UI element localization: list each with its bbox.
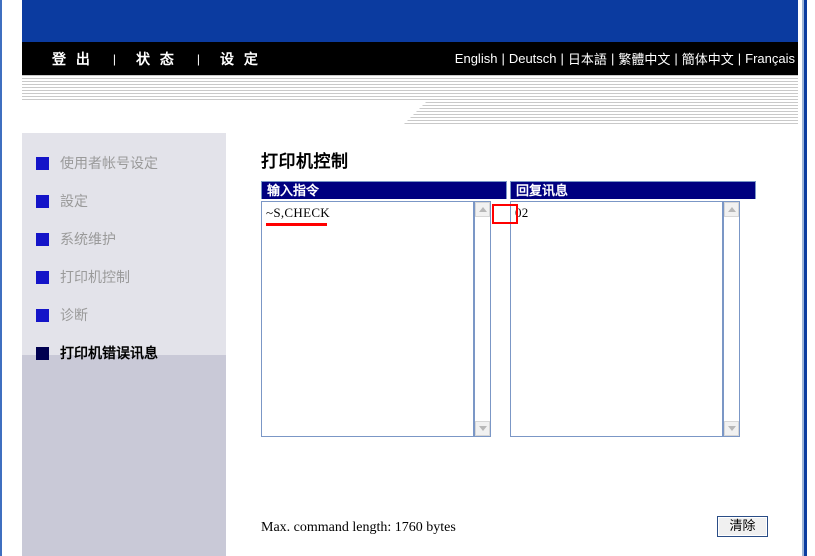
response-output-textarea[interactable]: 02 [510, 201, 723, 437]
language-link-simplified-chinese[interactable]: 簡体中文 [679, 49, 737, 68]
nav-links-group: 登 出 | 状 态 | 设 定 [34, 42, 279, 75]
window-left-border [0, 0, 6, 556]
command-panel-header: 输入指令 [261, 181, 507, 199]
annotation-box-response [492, 204, 518, 224]
square-bullet-icon [36, 195, 49, 208]
nav-item-status[interactable]: 状 态 [118, 49, 195, 69]
sidebar-item-label: 诊断 [60, 305, 88, 325]
sidebar-item-label: 設定 [60, 191, 88, 211]
sidebar: 使用者帐号设定 設定 系统维护 打印机控制 诊断 打印机错误讯息 [22, 133, 226, 556]
nav-item-settings[interactable]: 设 定 [202, 49, 279, 69]
square-bullet-icon [36, 233, 49, 246]
top-banner [22, 0, 798, 42]
language-link-english[interactable]: English [452, 51, 501, 66]
command-input-value: ~S,CHECK [266, 205, 330, 221]
nav-item-logout[interactable]: 登 出 [34, 49, 111, 69]
nav-separator: | [111, 52, 118, 66]
right-border-rule [802, 0, 807, 556]
square-bullet-icon [36, 271, 49, 284]
top-navigation-bar: 登 出 | 状 态 | 设 定 English | Deutsch | 日本語 … [22, 42, 798, 75]
language-link-japanese[interactable]: 日本語 [565, 49, 610, 68]
scroll-down-icon[interactable] [475, 421, 490, 436]
sidebar-item-diagnostics[interactable]: 诊断 [36, 305, 88, 325]
response-panel-header: 回复讯息 [510, 181, 756, 199]
sidebar-item-label: 打印机错误讯息 [60, 343, 158, 363]
response-textarea-scrollbar[interactable] [723, 201, 740, 437]
clear-button[interactable]: 清除 [717, 516, 768, 537]
header-stripe-band [22, 75, 798, 102]
scroll-up-icon[interactable] [475, 202, 490, 217]
page-title: 打印机控制 [261, 147, 349, 172]
page-root: 登 出 | 状 态 | 设 定 English | Deutsch | 日本語 … [0, 0, 815, 556]
main-content: 打印机控制 输入指令 回复讯息 ~S,CHECK 02 Max. command… [246, 133, 798, 556]
square-bullet-icon [36, 157, 49, 170]
sidebar-item-label: 打印机控制 [60, 267, 130, 287]
sidebar-menu: 使用者帐号设定 設定 系统维护 打印机控制 诊断 打印机错误讯息 [22, 133, 226, 355]
sidebar-item-user-account-settings[interactable]: 使用者帐号设定 [36, 153, 158, 173]
max-command-length-note: Max. command length: 1760 bytes [261, 520, 456, 536]
language-link-francais[interactable]: Français [742, 51, 798, 66]
header-stripe-tail [402, 102, 798, 126]
sidebar-item-printer-control[interactable]: 打印机控制 [36, 267, 130, 287]
command-textarea-scrollbar[interactable] [474, 201, 491, 437]
sidebar-item-system-maintenance[interactable]: 系统维护 [36, 229, 116, 249]
square-bullet-icon [36, 347, 49, 360]
window-right-border [798, 0, 815, 556]
annotation-underline-command [266, 223, 327, 226]
sidebar-item-printer-error-messages[interactable]: 打印机错误讯息 [36, 343, 158, 363]
nav-separator: | [195, 52, 202, 66]
command-input-textarea[interactable]: ~S,CHECK [261, 201, 474, 437]
scroll-down-icon[interactable] [724, 421, 739, 436]
language-link-deutsch[interactable]: Deutsch [506, 51, 560, 66]
square-bullet-icon [36, 309, 49, 322]
language-link-traditional-chinese[interactable]: 繁體中文 [615, 49, 673, 68]
sidebar-item-settings[interactable]: 設定 [36, 191, 88, 211]
language-selector-group: English | Deutsch | 日本語 | 繁體中文 | 簡体中文 | … [452, 42, 798, 75]
sidebar-item-label: 系统维护 [60, 229, 116, 249]
scroll-up-icon[interactable] [724, 202, 739, 217]
sidebar-item-label: 使用者帐号设定 [60, 153, 158, 173]
